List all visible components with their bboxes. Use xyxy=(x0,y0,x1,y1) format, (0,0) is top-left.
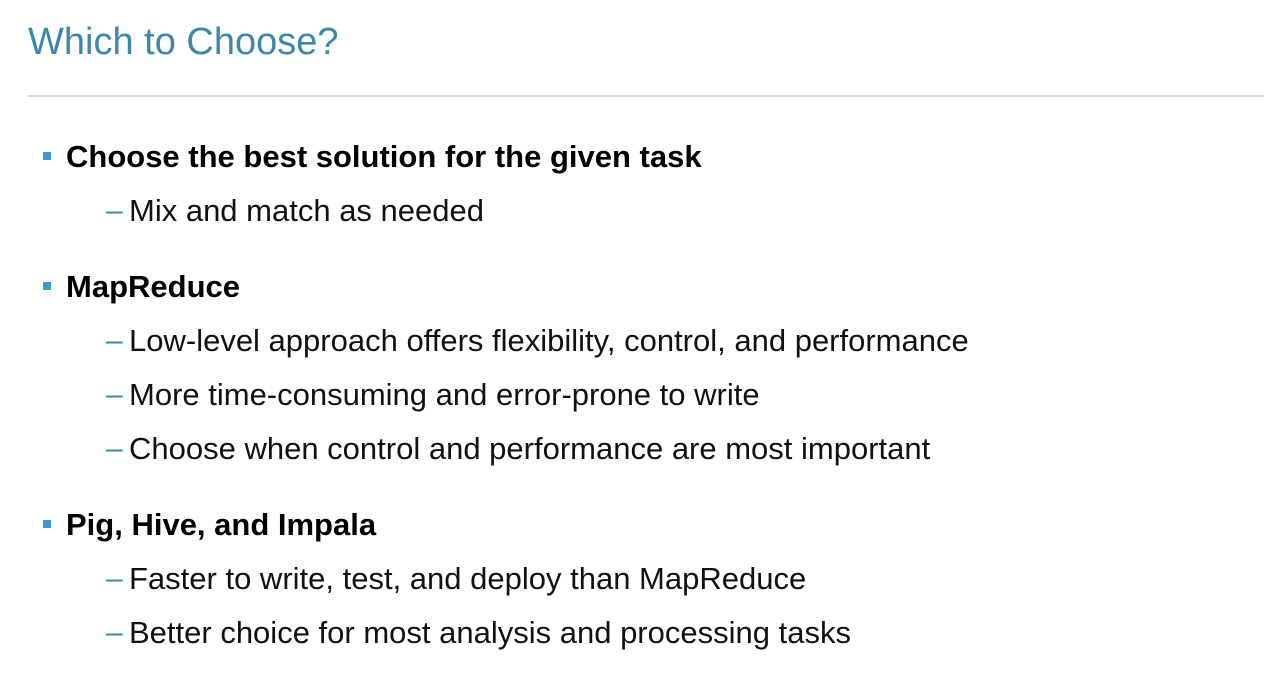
bullet-item: Choose the best solution for the given t… xyxy=(0,130,1264,184)
sub-bullet-text: Better choice for most analysis and proc… xyxy=(129,615,851,650)
bullet-item: Pig, Hive, and Impala xyxy=(0,498,1264,552)
title-divider xyxy=(28,95,1264,97)
bullet-group-pig-hive-impala: Pig, Hive, and Impala – Faster to write,… xyxy=(0,498,1264,660)
bullet-group-best-solution: Choose the best solution for the given t… xyxy=(0,130,1264,238)
sub-bullet-text: Mix and match as needed xyxy=(129,193,484,228)
square-bullet-icon xyxy=(43,282,51,290)
sub-bullet-text: Faster to write, test, and deploy than M… xyxy=(129,561,807,596)
sub-bullet-item: – Choose when control and performance ar… xyxy=(0,422,1264,476)
sub-bullet-item: – Faster to write, test, and deploy than… xyxy=(0,552,1264,606)
dash-icon: – xyxy=(106,616,123,649)
sub-bullet-text: Choose when control and performance are … xyxy=(129,431,931,466)
sub-bullet-item: – More time-consuming and error-prone to… xyxy=(0,368,1264,422)
bullet-label: Pig, Hive, and Impala xyxy=(66,507,377,542)
dash-icon: – xyxy=(106,562,123,595)
sub-bullet-item: – Low-level approach offers flexibility,… xyxy=(0,314,1264,368)
square-bullet-icon xyxy=(43,152,51,160)
square-bullet-icon xyxy=(43,520,51,528)
bullet-group-mapreduce: MapReduce – Low-level approach offers fl… xyxy=(0,260,1264,476)
dash-icon: – xyxy=(106,378,123,411)
dash-icon: – xyxy=(106,324,123,357)
sub-bullet-text: Low-level approach offers flexibility, c… xyxy=(129,323,969,358)
slide: Which to Choose? Choose the best solutio… xyxy=(0,0,1264,691)
bullet-item: MapReduce xyxy=(0,260,1264,314)
slide-title: Which to Choose? xyxy=(28,21,339,63)
sub-bullet-text: More time-consuming and error-prone to w… xyxy=(129,377,760,412)
bullet-label: Choose the best solution for the given t… xyxy=(66,139,702,174)
slide-content: Choose the best solution for the given t… xyxy=(0,130,1264,660)
dash-icon: – xyxy=(106,194,123,227)
sub-bullet-item: – Better choice for most analysis and pr… xyxy=(0,606,1264,660)
bullet-label: MapReduce xyxy=(66,269,240,304)
dash-icon: – xyxy=(106,432,123,465)
sub-bullet-item: – Mix and match as needed xyxy=(0,184,1264,238)
